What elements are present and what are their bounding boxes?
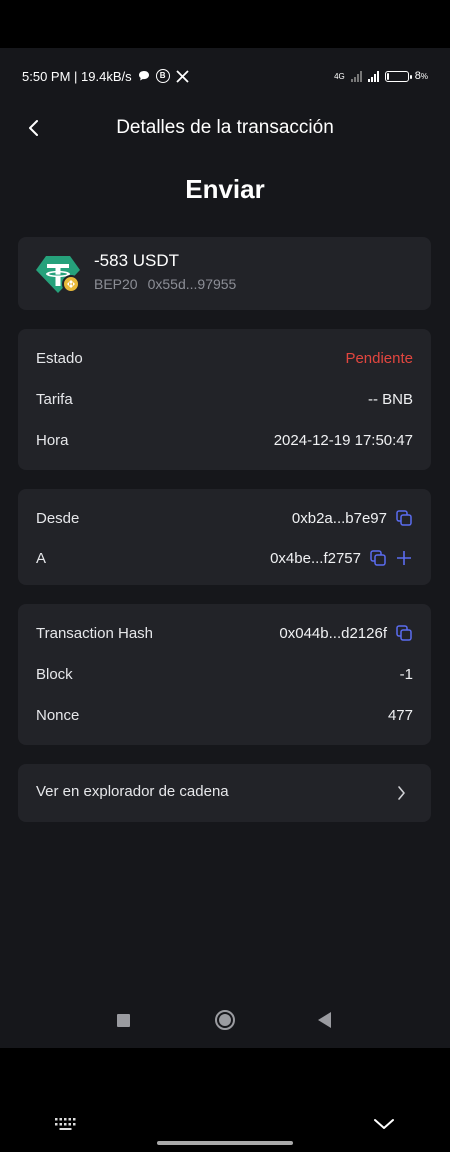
nonce-value: 477	[387, 706, 413, 724]
keyboard-icon[interactable]	[54, 1116, 78, 1132]
system-nav-bar	[0, 996, 450, 1048]
time-and-speed: 5:50 PM | 19.4kB/s	[22, 68, 132, 84]
from-label: Desde	[36, 509, 80, 527]
explorer-label: Ver en explorador de cadena	[36, 783, 229, 800]
transaction-type-title: Enviar	[185, 174, 265, 204]
copy-icon[interactable]	[369, 549, 387, 567]
app-screen: 5:50 PM | 19.4kB/s B 4G 8% Detalles de l…	[0, 48, 450, 1048]
chain-info-card: Transaction Hash 0x044b...d2126f Block -…	[18, 604, 431, 745]
network-label: BEP20	[94, 276, 138, 292]
top-nav: Detalles de la transacción	[0, 104, 450, 152]
add-contact-plus-icon[interactable]	[395, 549, 413, 567]
time-value: 2024-12-19 17:50:47	[273, 431, 413, 449]
signal-2-icon	[367, 70, 379, 82]
tx-hash-label: Transaction Hash	[36, 624, 153, 642]
tx-hash-value: 0x044b...d2126f	[279, 624, 387, 642]
fee-row: Tarifa -- BNB	[36, 388, 413, 410]
bnb-chain-badge-icon	[62, 275, 80, 293]
from-value-group: 0xb2a...b7e97	[292, 509, 413, 527]
tx-hash-row: Transaction Hash 0x044b...d2126f	[36, 622, 413, 644]
to-row: A 0x4be...f2757	[36, 547, 413, 569]
contract-address: 0x55d...97955	[147, 276, 237, 292]
usdt-token-icon	[36, 253, 80, 293]
status-left: 5:50 PM | 19.4kB/s B	[22, 69, 189, 84]
to-label: A	[36, 549, 47, 567]
nonce-label: Nonce	[36, 706, 80, 724]
hide-keyboard-chevron-icon[interactable]	[372, 1114, 396, 1134]
chat-bubble-icon	[138, 70, 150, 82]
block-label: Block	[36, 665, 73, 683]
view-in-explorer-button[interactable]: Ver en explorador de cadena	[18, 764, 431, 822]
gesture-handle[interactable]	[157, 1141, 293, 1145]
status-row: Estado Pendiente	[36, 347, 413, 369]
status-label: Estado	[36, 349, 83, 367]
network-type: 4G	[334, 71, 345, 81]
to-value-group: 0x4be...f2757	[270, 549, 413, 567]
transaction-amount: -583 USDT	[94, 251, 180, 270]
nonce-row: Nonce 477	[36, 704, 413, 726]
addresses-card: Desde 0xb2a...b7e97 A 0x4be...f2757	[18, 489, 431, 585]
to-address: 0x4be...f2757	[270, 549, 361, 567]
chevron-right-icon	[391, 783, 411, 803]
recent-apps-icon[interactable]	[117, 1014, 130, 1027]
asset-card: -583 USDT BEP20 0x55d...97955	[18, 237, 431, 310]
from-address: 0xb2a...b7e97	[291, 509, 387, 527]
from-row: Desde 0xb2a...b7e97	[36, 507, 413, 529]
battery-percent: 8%	[414, 70, 428, 82]
b-circle-icon: B	[155, 69, 170, 83]
battery-icon	[384, 70, 412, 82]
asset-network-address: BEP20 0x55d...97955	[94, 276, 236, 292]
fee-value: -- BNB	[368, 390, 413, 408]
page-header-title: Detalles de la transacción	[116, 117, 334, 138]
details-card: Estado Pendiente Tarifa -- BNB Hora 2024…	[18, 329, 431, 470]
tx-hash-value-group: 0x044b...d2126f	[279, 624, 413, 642]
back-arrow-icon[interactable]	[22, 116, 46, 140]
back-triangle-icon[interactable]	[318, 1012, 331, 1028]
time-row: Hora 2024-12-19 17:50:47	[36, 429, 413, 451]
home-icon[interactable]	[215, 1010, 235, 1030]
copy-icon[interactable]	[395, 509, 413, 527]
block-row: Block -1	[36, 663, 413, 685]
block-value: -1	[399, 665, 413, 683]
status-value: Pendiente	[345, 349, 413, 367]
status-bar: 5:50 PM | 19.4kB/s B 4G 8%	[0, 48, 450, 104]
fee-label: Tarifa	[36, 390, 73, 408]
copy-icon[interactable]	[395, 624, 413, 642]
x-logo-icon	[175, 69, 189, 83]
signal-1-icon	[350, 70, 362, 82]
status-right: 4G 8%	[334, 70, 428, 82]
time-label: Hora	[36, 431, 69, 449]
